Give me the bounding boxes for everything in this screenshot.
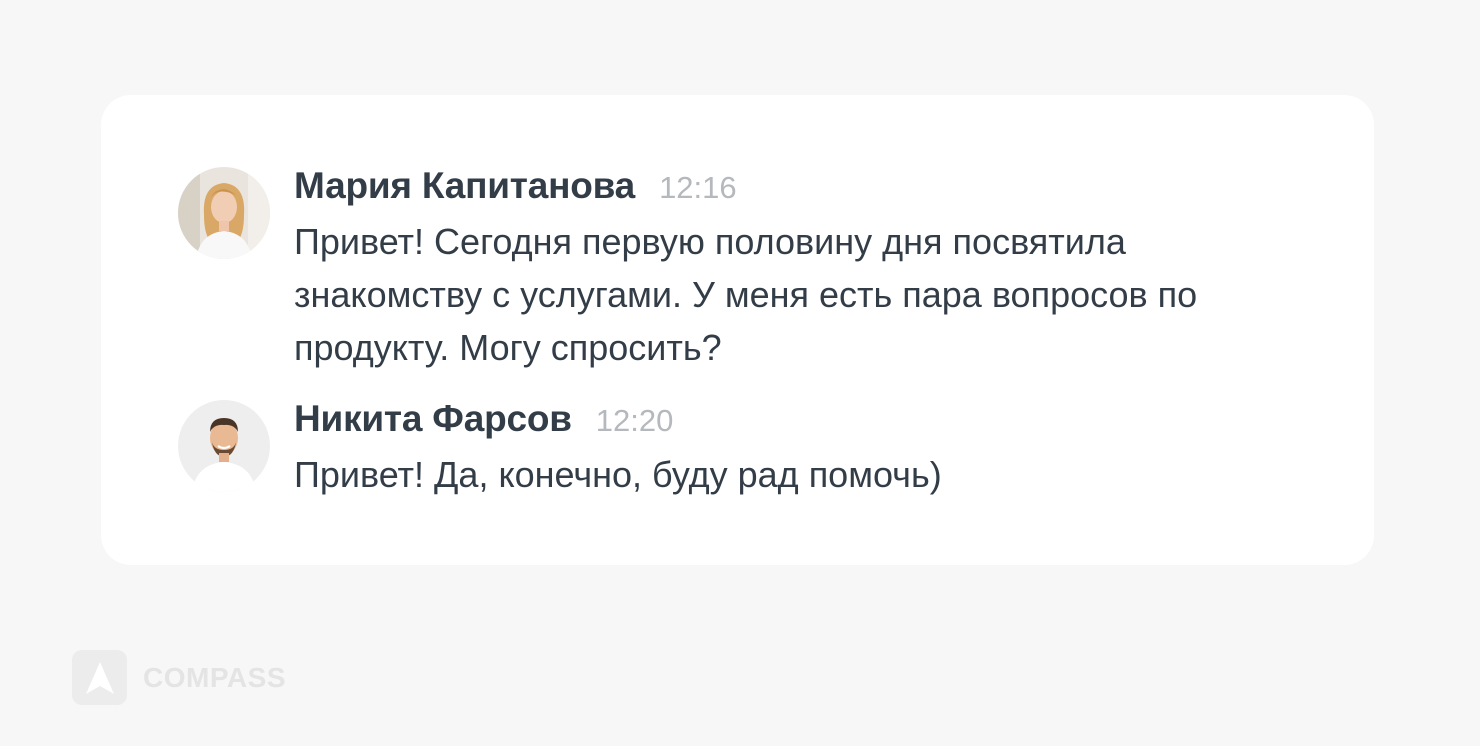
message-header: Мария Капитанова 12:16 xyxy=(294,165,1294,211)
compass-logo-icon xyxy=(72,650,127,705)
chat-card: Мария Капитанова 12:16 Привет! Сегодня п… xyxy=(101,95,1374,565)
message-text: Привет! Да, конечно, буду рад помочь) xyxy=(294,454,942,495)
avatar[interactable] xyxy=(178,167,270,259)
message-item: Мария Капитанова 12:16 Привет! Сегодня п… xyxy=(178,165,1294,374)
author-name[interactable]: Мария Капитанова xyxy=(294,165,635,207)
brand-name: COMPASS xyxy=(143,661,286,693)
avatar[interactable] xyxy=(178,400,270,492)
message-content: Никита Фарсов 12:20 Привет! Да, конечно,… xyxy=(294,398,1294,501)
message-item: Никита Фарсов 12:20 Привет! Да, конечно,… xyxy=(178,398,1294,501)
brand-logo: COMPASS xyxy=(72,650,286,705)
message-time: 12:16 xyxy=(659,170,737,205)
author-name[interactable]: Никита Фарсов xyxy=(294,398,572,440)
message-header: Никита Фарсов 12:20 xyxy=(294,398,1294,444)
message-time: 12:20 xyxy=(595,403,674,438)
message-content: Мария Капитанова 12:16 Привет! Сегодня п… xyxy=(294,165,1294,374)
message-text: Привет! Сегодня первую половину дня посв… xyxy=(294,221,1198,368)
